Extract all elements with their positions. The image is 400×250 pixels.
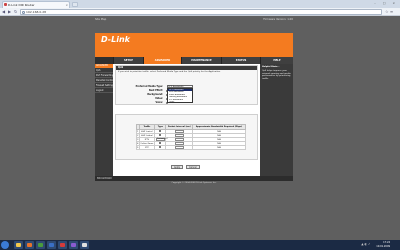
- chrome-icon: [38, 243, 43, 247]
- traffic-name: FTP: [138, 145, 156, 150]
- address-text: 192.168.0.28: [26, 10, 47, 14]
- reload-button[interactable]: ↻: [14, 9, 17, 14]
- os-taskbar: ▲ ◐ ♪ 17:24 19.01.2009: [0, 240, 400, 250]
- taskbar-app[interactable]: [36, 241, 45, 249]
- app-icon: [71, 243, 76, 247]
- interval-input[interactable]: [174, 142, 184, 145]
- section-description: If you wish to prioritize traffic, selec…: [118, 71, 221, 73]
- help-text: QoS helps improve your network gaming an…: [262, 69, 291, 81]
- left-sidebar: ADVANCED QoS Port Forwarding Parental Co…: [95, 64, 113, 176]
- form-row-voice: Voice:: [135, 101, 169, 105]
- interval-input[interactable]: [174, 146, 184, 149]
- help-panel: Helpful Hints… QoS helps improve your ne…: [260, 64, 293, 176]
- interval-input[interactable]: [174, 134, 184, 137]
- enable-checkbox[interactable]: [159, 142, 162, 145]
- interval-input[interactable]: [174, 138, 184, 141]
- browser-tabstrip: D-Link DIR Router × – □ ×: [0, 0, 400, 8]
- main-content: QoS If you wish to prioritize traffic, s…: [113, 64, 260, 176]
- taskbar-app[interactable]: [80, 241, 89, 249]
- taskbar-app[interactable]: [47, 241, 56, 249]
- enable-checkbox[interactable]: [159, 134, 162, 137]
- type-cell: [154, 145, 167, 150]
- browser-toolbar: ◀ ▶ ↻ 192.168.0.28 ☆ ≡: [0, 8, 400, 16]
- interval-cell: [165, 145, 194, 150]
- app-icon: [60, 243, 65, 247]
- table-row: 5 FTP N/A: [136, 145, 246, 150]
- taskbar-app[interactable]: [58, 241, 67, 249]
- favicon-icon: [4, 3, 7, 6]
- app-icon: [82, 243, 87, 247]
- nav-tab-maintenance[interactable]: MAINTENANCE: [181, 57, 221, 64]
- enable-checkbox[interactable]: [159, 146, 162, 149]
- help-title: Helpful Hints…: [262, 66, 280, 68]
- traffic-table: Traffic Type Packet Interval (ms) Approx…: [136, 124, 246, 150]
- browser-tab[interactable]: D-Link DIR Router ×: [2, 1, 70, 8]
- enable-checkbox[interactable]: [159, 130, 162, 133]
- interval-input[interactable]: [174, 130, 184, 133]
- bandwidth-cell: N/A: [192, 145, 246, 150]
- dlink-logo: D-Link: [101, 35, 130, 44]
- nav-tab-advanced[interactable]: ADVANCED: [143, 57, 181, 64]
- start-button[interactable]: [1, 241, 9, 249]
- taskbar-app[interactable]: [69, 241, 78, 249]
- taskbar-app[interactable]: [25, 241, 34, 249]
- sidebar-item-logout[interactable]: Logout: [95, 88, 113, 93]
- address-bar[interactable]: 192.168.0.28: [20, 9, 382, 15]
- form-buttons: Apply Cancel: [171, 165, 202, 169]
- taskbar-app[interactable]: [14, 241, 23, 249]
- clock-date: 19.01.2009: [376, 244, 390, 248]
- forward-button[interactable]: ▶: [8, 9, 11, 14]
- type-input[interactable]: Customized: [155, 138, 167, 141]
- dlink-banner: D-Link: [95, 33, 293, 57]
- media-icon: [27, 243, 32, 247]
- cancel-button[interactable]: Cancel: [186, 165, 200, 169]
- copyright-text: Copyright © 2004-2008 D-Link Systems, In…: [171, 182, 217, 184]
- router-page: Site Map Firmware Version: 1.00 D-Link S…: [95, 16, 293, 240]
- back-button[interactable]: ◀: [2, 9, 5, 14]
- taskbar-clock[interactable]: 17:24 19.01.2009: [376, 241, 390, 248]
- main-nav: SETUP ADVANCED MAINTENANCE STATUS HELP: [95, 57, 293, 64]
- preferred-media-dropdown[interactable]: DCP Bandwidth VoIP Bandwidth Video Bandw…: [167, 88, 193, 103]
- tab-title: D-Link DIR Router: [8, 3, 35, 7]
- folder-icon: [16, 243, 21, 247]
- firmware-version: Firmware Version: 1.00: [263, 18, 293, 21]
- voice-label: Voice:: [155, 101, 163, 104]
- new-tab-button[interactable]: [72, 2, 78, 7]
- nav-tab-status[interactable]: STATUS: [221, 57, 260, 64]
- top-info-line: Site Map Firmware Version: 1.00: [95, 18, 293, 23]
- ie-icon: [49, 243, 54, 247]
- site-map-link[interactable]: Site Map: [95, 18, 106, 21]
- footer-bar: BROADBAND: [95, 176, 293, 181]
- apply-button[interactable]: Apply: [171, 165, 184, 169]
- system-tray-icons[interactable]: ▲ ◐ ♪: [361, 242, 370, 246]
- dropdown-option[interactable]: Other: [168, 101, 192, 103]
- nav-tab-help[interactable]: HELP: [260, 57, 293, 64]
- traffic-table-section: Traffic Type Packet Interval (ms) Approx…: [115, 114, 258, 160]
- window-controls[interactable]: – □ ×: [374, 1, 398, 5]
- toolbar-icons[interactable]: ☆ ≡: [385, 9, 393, 14]
- globe-icon: [22, 11, 25, 14]
- nav-tab-setup[interactable]: SETUP: [113, 57, 143, 64]
